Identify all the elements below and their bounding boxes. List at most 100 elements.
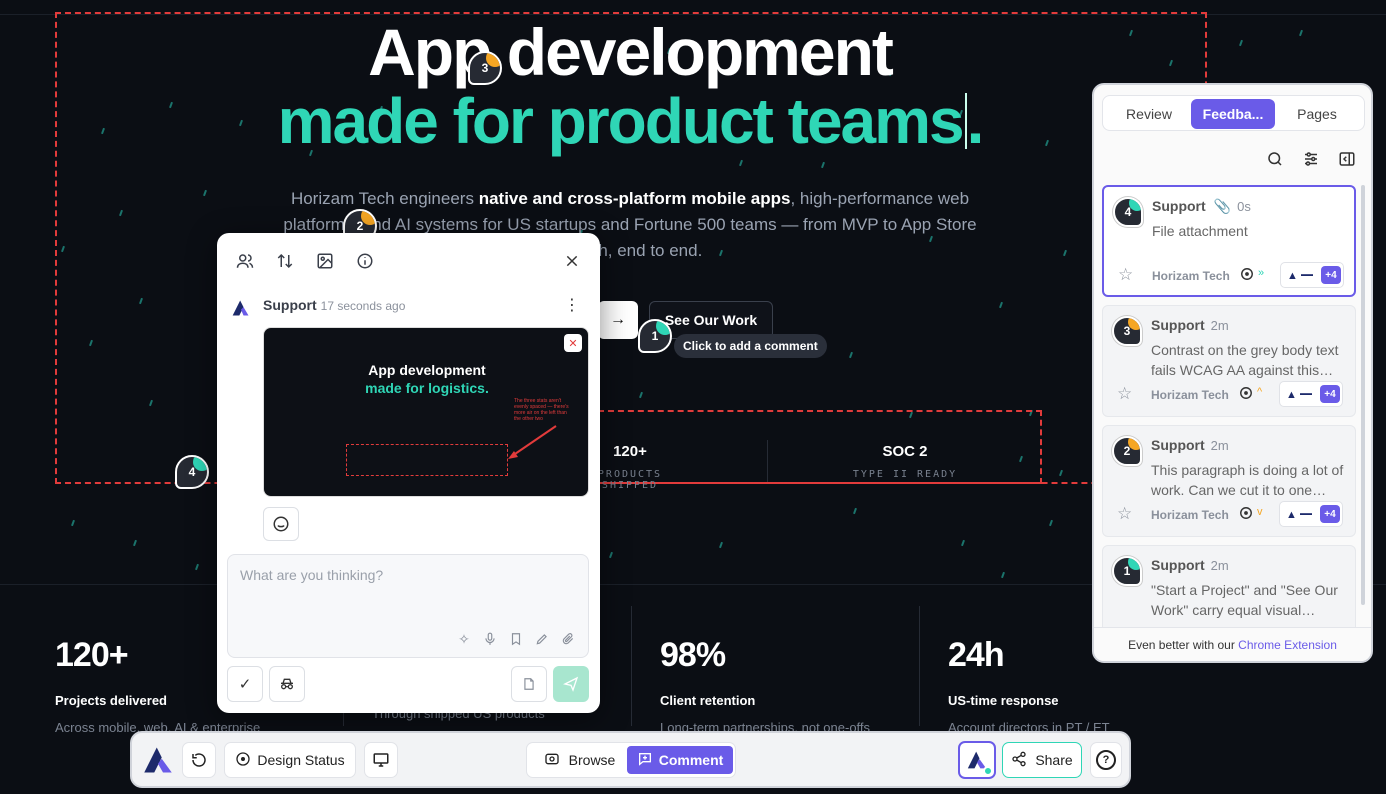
- card-org: Horizam Tech: [1152, 269, 1230, 283]
- feedback-card[interactable]: 4 Support 📎 0s File attachment ☆ Horizam Tech »…: [1102, 185, 1356, 297]
- card-marker: 1: [1112, 556, 1142, 586]
- tab-pages[interactable]: Pages: [1275, 99, 1359, 129]
- extension-logo-icon[interactable]: [958, 741, 996, 779]
- status-circle-icon[interactable]: [1239, 506, 1253, 523]
- assignees[interactable]: ▲ ▬▬ +4: [1279, 381, 1343, 407]
- app-logo-icon[interactable]: [142, 745, 174, 775]
- share-button[interactable]: Share: [1002, 742, 1082, 778]
- comment-author-name: Support: [263, 297, 317, 313]
- feedback-panel: Review Feedba... Pages 4 Support 📎 0s File a…: [1092, 83, 1373, 663]
- card-author: Support 2m: [1151, 317, 1229, 333]
- priority-icon[interactable]: v: [1257, 506, 1263, 518]
- assignees[interactable]: ▲ ▬▬ +4: [1279, 501, 1343, 527]
- card-age: 2m: [1210, 438, 1229, 453]
- attached-screenshot[interactable]: App development made for logistics. The …: [263, 327, 589, 497]
- mode-switch: Browse Comment: [526, 742, 736, 778]
- browse-label: Browse: [568, 752, 616, 768]
- design-status-label: Design Status: [257, 752, 345, 768]
- design-status-button[interactable]: Design Status: [224, 742, 356, 778]
- add-comment-tooltip: Click to add a comment: [674, 334, 827, 358]
- star-icon[interactable]: ☆: [1117, 504, 1132, 524]
- stat-retention: 98% Client retention Long-term partnersh…: [660, 636, 870, 735]
- comment-marker-4[interactable]: 4: [175, 455, 209, 489]
- stat-divider: [919, 606, 920, 726]
- mic-icon[interactable]: [480, 629, 500, 649]
- star-icon[interactable]: ☆: [1118, 265, 1133, 285]
- shot-annotation-note: The three stats aren't evenly spaced — t…: [514, 398, 569, 422]
- status-circle-icon: [235, 751, 251, 770]
- comment-plus-icon: [637, 751, 653, 770]
- stat-divider: [631, 606, 632, 726]
- feedback-card[interactable]: 3 Support 2m Contrast on the grey body text…: [1102, 305, 1356, 417]
- pen-icon[interactable]: [532, 629, 552, 649]
- mini-stat-value: SOC 2: [882, 443, 928, 460]
- emoji-icon[interactable]: [263, 507, 299, 541]
- incognito-icon[interactable]: [269, 666, 305, 702]
- marker-number: 4: [1124, 205, 1132, 219]
- more-assignees-count: +4: [1320, 385, 1340, 403]
- collapse-panel-icon[interactable]: [1337, 149, 1357, 169]
- panel-footer: Even better with our Chrome Extension: [1094, 627, 1371, 661]
- card-author: Support 2m: [1151, 557, 1229, 573]
- image-icon[interactable]: [315, 251, 335, 271]
- tab-feedback[interactable]: Feedba...: [1191, 99, 1275, 129]
- remove-attachment-icon[interactable]: ✕: [564, 334, 582, 352]
- shot-title-line2: made for logistics.: [365, 380, 489, 396]
- browse-mode-button[interactable]: Browse: [533, 746, 625, 774]
- more-icon[interactable]: ⋮: [564, 295, 580, 315]
- sparkles-icon[interactable]: ✧: [454, 629, 474, 649]
- marker-status-dot: [486, 53, 500, 67]
- panel-tools: [1265, 149, 1357, 169]
- help-button[interactable]: ?: [1090, 742, 1122, 778]
- status-circle-icon[interactable]: [1239, 386, 1253, 403]
- popup-toolbar: [235, 251, 375, 271]
- feedback-card[interactable]: 2 Support 2m This paragraph is doing a lot …: [1102, 425, 1356, 537]
- search-icon[interactable]: [1265, 149, 1285, 169]
- card-text: File attachment: [1152, 223, 1248, 239]
- status-circle-icon[interactable]: [1240, 267, 1254, 284]
- background-speck: [71, 519, 75, 527]
- priority-icon[interactable]: ^: [1257, 386, 1262, 398]
- comment-marker-1[interactable]: 1: [638, 319, 672, 353]
- comment-marker-3[interactable]: 3: [468, 51, 502, 85]
- comment-composer: ✧: [227, 554, 589, 658]
- marker-status-dot: [361, 211, 375, 225]
- bookmark-icon[interactable]: [506, 629, 526, 649]
- marker-number: 3: [1123, 324, 1131, 338]
- close-icon[interactable]: [562, 251, 582, 271]
- marker-status-dot: [656, 321, 670, 335]
- card-org: Horizam Tech: [1151, 388, 1229, 402]
- marker-status-dot: [193, 457, 207, 471]
- shot-annotation-box: [346, 444, 508, 476]
- chrome-extension-link[interactable]: Chrome Extension: [1238, 638, 1337, 652]
- assignees[interactable]: ▲ ▬▬ +4: [1280, 262, 1344, 288]
- send-icon[interactable]: [553, 666, 589, 702]
- marker-number: 4: [188, 465, 196, 479]
- attach-icon[interactable]: [558, 629, 578, 649]
- org-logo-text: ▬▬: [1301, 272, 1313, 278]
- card-author-name: Support: [1151, 437, 1205, 453]
- filter-sliders-icon[interactable]: [1301, 149, 1321, 169]
- priority-icon[interactable]: »: [1258, 267, 1264, 279]
- mini-stat-soc2: SOC 2 TYPE II READY: [840, 443, 970, 480]
- check-icon[interactable]: ✓: [227, 666, 263, 702]
- background-speck: [853, 507, 857, 515]
- info-icon[interactable]: [355, 251, 375, 271]
- card-age: 0s: [1237, 199, 1251, 214]
- eye-icon: [543, 751, 561, 770]
- file-icon[interactable]: [511, 666, 547, 702]
- background-speck: [1001, 571, 1005, 579]
- refresh-icon[interactable]: [182, 742, 216, 778]
- comment-thread-popup: Support 17 seconds ago ⋮ App development …: [217, 233, 600, 713]
- comment-input[interactable]: [240, 567, 570, 583]
- start-project-arrow-button[interactable]: →: [598, 301, 638, 339]
- star-icon[interactable]: ☆: [1117, 384, 1132, 404]
- comment-mode-button[interactable]: Comment: [627, 746, 733, 774]
- users-icon[interactable]: [235, 251, 255, 271]
- sort-icon[interactable]: [275, 251, 295, 271]
- tab-review[interactable]: Review: [1107, 99, 1191, 129]
- card-age: 2m: [1210, 318, 1229, 333]
- monitor-icon[interactable]: [364, 742, 398, 778]
- panel-scrollbar[interactable]: [1361, 185, 1365, 605]
- card-author: Support 2m: [1151, 437, 1229, 453]
